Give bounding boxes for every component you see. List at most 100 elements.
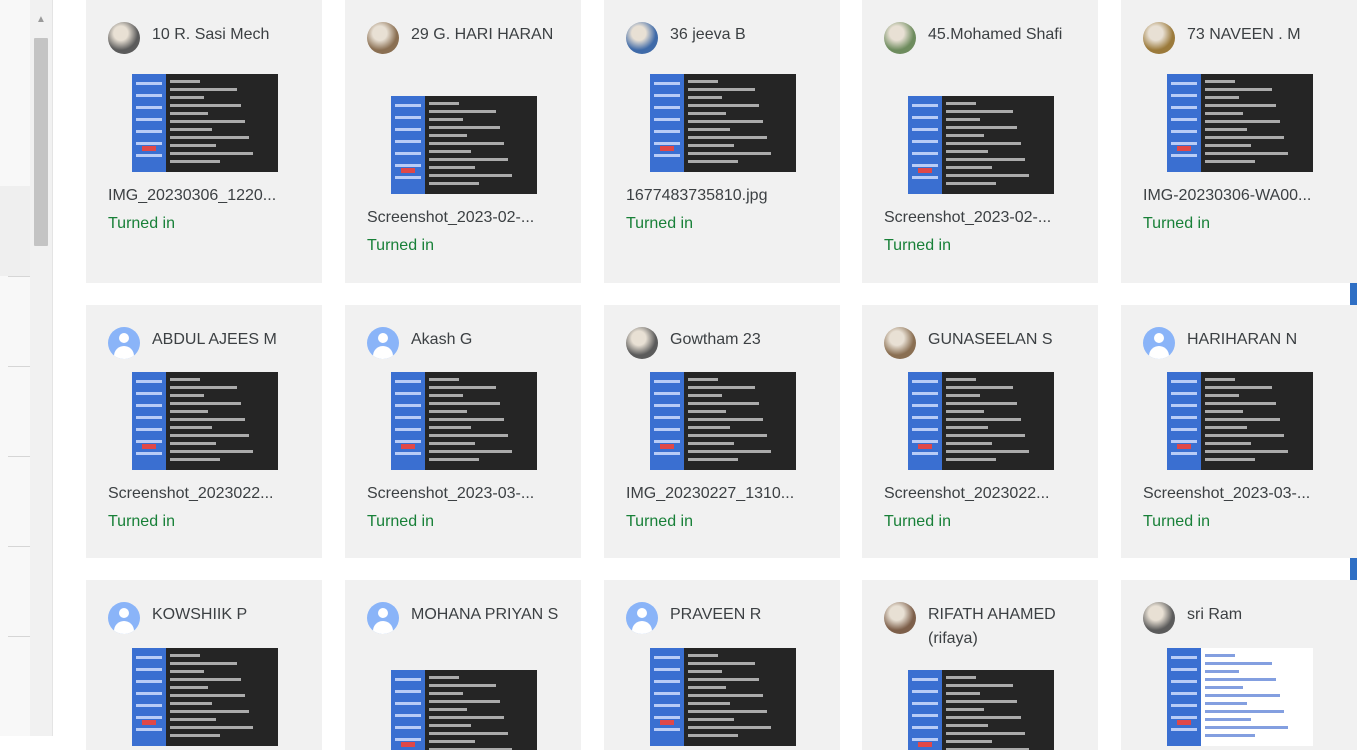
submission-card[interactable]: 29 G. HARI HARAN Screenshot_2023-02-... Tu… xyxy=(345,0,581,283)
thumbnail-sidebar-item xyxy=(912,702,938,705)
student-avatar xyxy=(884,22,916,54)
thumbnail-sidebar-item xyxy=(912,428,938,431)
submission-card[interactable]: RIFATH AHAMED (rifaya) xyxy=(862,580,1098,750)
thumbnail-sidebar-item xyxy=(136,428,162,431)
thumbnail-code-line xyxy=(946,426,988,429)
submission-card[interactable]: GUNASEELAN S Screenshot_2023022... Turned … xyxy=(862,305,1098,558)
scroll-thumb[interactable] xyxy=(34,38,48,246)
thumbnail-sidebar-badge xyxy=(660,720,674,725)
attachment-filename[interactable]: IMG_20230306_1220... xyxy=(108,186,276,206)
thumbnail-sidebar xyxy=(1167,372,1201,470)
thumbnail-sidebar-item xyxy=(395,428,421,431)
thumbnail-sidebar-item xyxy=(136,440,162,443)
submission-status: Turned in xyxy=(108,513,175,530)
thumbnail-sidebar-item xyxy=(1171,106,1197,109)
attachment-filename[interactable]: Screenshot_2023022... xyxy=(884,484,1049,504)
submission-card[interactable]: KOWSHIIK P xyxy=(86,580,322,750)
thumbnail-sidebar-item xyxy=(654,154,680,157)
attachment-thumbnail[interactable] xyxy=(650,74,796,172)
thumbnail-code-line xyxy=(688,402,759,405)
thumbnail-code-line xyxy=(429,442,475,445)
thumbnail-code-line xyxy=(946,110,1013,113)
thumbnail-code-line xyxy=(429,386,496,389)
attachment-filename[interactable]: Screenshot_2023-02-... xyxy=(367,208,534,228)
student-name: GUNASEELAN S xyxy=(928,331,1053,348)
thumbnail-code-line xyxy=(688,670,722,673)
thumbnail-code-line xyxy=(170,410,208,413)
attachment-filename[interactable]: Screenshot_2023022... xyxy=(108,484,273,504)
thumbnail-code-line xyxy=(429,402,500,405)
attachment-thumbnail[interactable] xyxy=(650,648,796,746)
thumbnail-code-line xyxy=(170,426,212,429)
attachment-thumbnail[interactable] xyxy=(1167,648,1313,746)
thumbnail-sidebar-badge xyxy=(1177,720,1191,725)
attachment-filename[interactable]: IMG_20230227_1310... xyxy=(626,484,794,504)
attachment-thumbnail[interactable] xyxy=(1167,372,1313,470)
scroll-up-arrow-icon[interactable]: ▲ xyxy=(30,14,52,28)
attachment-filename[interactable]: Screenshot_2023-02-... xyxy=(884,208,1051,228)
thumbnail-sidebar-item xyxy=(912,440,938,443)
attachment-filename[interactable]: 1677483735810.jpg xyxy=(626,186,767,206)
submission-card[interactable]: 73 NAVEEN . M IMG-20230306-WA00... Turned … xyxy=(1121,0,1357,283)
thumbnail-sidebar-item xyxy=(395,104,421,107)
thumbnail-code-line xyxy=(1205,410,1243,413)
thumbnail-code-line xyxy=(688,80,718,83)
thumbnail-sidebar-item xyxy=(136,680,162,683)
thumbnail-sidebar-item xyxy=(1171,428,1197,431)
attachment-thumbnail[interactable] xyxy=(132,648,278,746)
thumbnail-code-line xyxy=(946,442,992,445)
vertical-scrollbar[interactable]: ▲ xyxy=(30,0,53,736)
attachment-thumbnail[interactable] xyxy=(908,372,1054,470)
thumbnail-code-line xyxy=(688,678,759,681)
thumbnail-code-line xyxy=(946,174,1029,177)
submission-card[interactable]: 36 jeeva B 1677483735810.jpg Turned in xyxy=(604,0,840,283)
thumbnail-sidebar-item xyxy=(395,392,421,395)
submission-card[interactable]: 10 R. Sasi Mech IMG_20230306_1220... Turne… xyxy=(86,0,322,283)
thumbnail-code-line xyxy=(1205,686,1243,689)
submission-card[interactable]: ABDUL AJEES M Screenshot_2023022... Turned… xyxy=(86,305,322,558)
submission-card[interactable]: 45.Mohamed Shafi Screenshot_2023-02-... Tu… xyxy=(862,0,1098,283)
thumbnail-code-line xyxy=(170,136,249,139)
thumbnail-sidebar xyxy=(908,670,942,750)
thumbnail-code-line xyxy=(688,394,722,397)
attachment-thumbnail[interactable] xyxy=(391,372,537,470)
thumbnail-sidebar-item xyxy=(912,164,938,167)
thumbnail-sidebar-item xyxy=(136,716,162,719)
thumbnail-code-line xyxy=(946,708,984,711)
thumbnail-sidebar-item xyxy=(1171,680,1197,683)
attachment-thumbnail[interactable] xyxy=(132,74,278,172)
thumbnail-code-line xyxy=(1205,96,1239,99)
thumbnail-code-line xyxy=(429,126,500,129)
attachment-thumbnail[interactable] xyxy=(1167,74,1313,172)
thumbnail-code-line xyxy=(946,126,1017,129)
attachment-thumbnail[interactable] xyxy=(132,372,278,470)
thumbnail-code-line xyxy=(1205,144,1251,147)
submission-card[interactable]: Gowtham 23 IMG_20230227_1310... Turned in xyxy=(604,305,840,558)
thumbnail-code-line xyxy=(170,450,253,453)
thumbnail-code-line xyxy=(170,128,212,131)
thumbnail-code-line xyxy=(1205,120,1280,123)
thumbnail-code-line xyxy=(170,394,204,397)
attachment-thumbnail[interactable] xyxy=(650,372,796,470)
submission-card[interactable]: PRAVEEN R xyxy=(604,580,840,750)
attachment-thumbnail[interactable] xyxy=(391,670,537,750)
thumbnail-code-line xyxy=(688,120,763,123)
thumbnail-code-line xyxy=(429,708,467,711)
attachment-thumbnail[interactable] xyxy=(908,96,1054,194)
thumbnail-code-line xyxy=(170,96,204,99)
thumbnail-sidebar-badge xyxy=(142,720,156,725)
attachment-filename[interactable]: Screenshot_2023-03-... xyxy=(367,484,534,504)
submission-card[interactable]: Akash G Screenshot_2023-03-... Turned in xyxy=(345,305,581,558)
thumbnail-code-line xyxy=(946,402,1017,405)
attachment-filename[interactable]: IMG-20230306-WA00... xyxy=(1143,186,1311,206)
submission-card[interactable]: sri Ram xyxy=(1121,580,1357,750)
thumbnail-code-line xyxy=(170,710,249,713)
attachment-thumbnail[interactable] xyxy=(908,670,1054,750)
submission-card[interactable]: MOHANA PRIYAN S xyxy=(345,580,581,750)
submission-card[interactable]: HARIHARAN N Screenshot_2023-03-... Turned … xyxy=(1121,305,1357,558)
thumbnail-code-line xyxy=(688,386,755,389)
attachment-filename[interactable]: Screenshot_2023-03-... xyxy=(1143,484,1310,504)
thumbnail-code-line xyxy=(1205,442,1251,445)
thumbnail-sidebar-item xyxy=(395,116,421,119)
attachment-thumbnail[interactable] xyxy=(391,96,537,194)
